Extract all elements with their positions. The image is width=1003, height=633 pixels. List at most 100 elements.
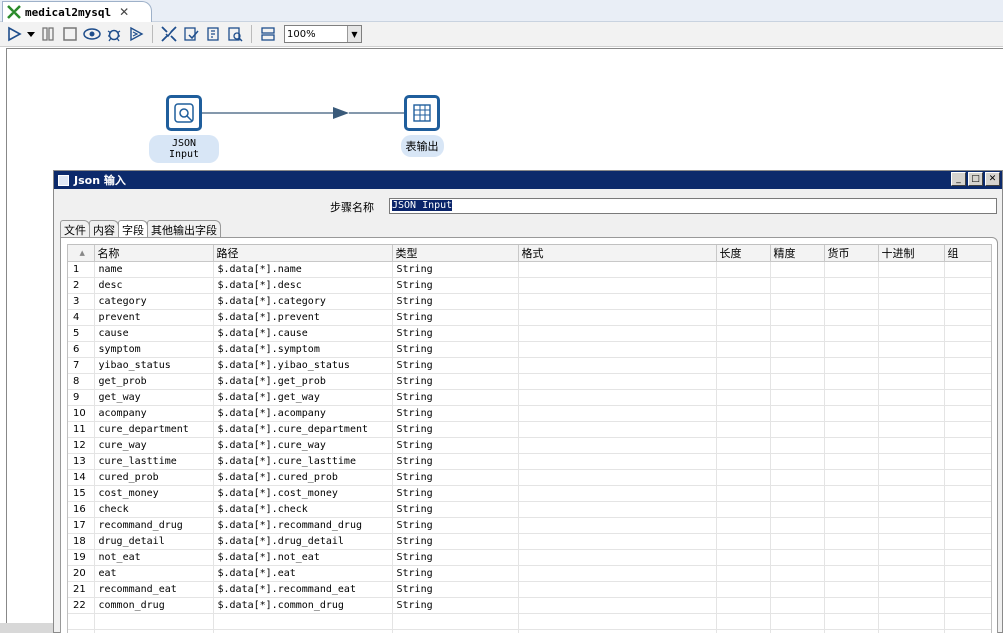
cell-empty[interactable] <box>878 485 945 502</box>
cell-empty[interactable] <box>518 613 717 630</box>
cell-path[interactable]: $.data[*].eat <box>213 565 393 582</box>
cell-empty[interactable] <box>716 277 771 294</box>
cell-empty[interactable] <box>878 517 945 534</box>
column-header[interactable]: 格式 <box>518 245 717 262</box>
step-json-input[interactable]: JSON Input <box>149 95 219 163</box>
tab-additional-output-fields[interactable]: 其他输出字段 <box>147 220 221 238</box>
table-row[interactable]: 13 cure_lasttime $.data[*].cure_lasttime St… <box>68 453 991 470</box>
cell-empty[interactable] <box>878 501 945 518</box>
table-row[interactable]: 20 eat $.data[*].eat String <box>68 565 991 582</box>
cell-empty[interactable] <box>878 261 945 278</box>
cell-empty[interactable] <box>824 629 879 633</box>
cell-empty[interactable] <box>518 597 717 614</box>
cell-name[interactable]: acompany <box>94 405 214 422</box>
column-header[interactable]: 类型 <box>392 245 519 262</box>
cell-type[interactable]: String <box>392 549 519 566</box>
cell-empty[interactable] <box>716 293 771 310</box>
close-icon[interactable]: ✕ <box>985 172 1000 186</box>
cell-empty[interactable] <box>716 629 771 633</box>
cell-empty[interactable] <box>944 533 991 550</box>
cell-type[interactable]: String <box>392 533 519 550</box>
cell-empty[interactable] <box>944 373 991 390</box>
cell-empty[interactable] <box>518 389 717 406</box>
cell-empty[interactable] <box>944 597 991 614</box>
align-icon[interactable] <box>258 24 278 44</box>
cell-empty[interactable] <box>944 421 991 438</box>
cell-empty[interactable] <box>944 629 991 633</box>
cell-empty[interactable] <box>68 613 95 630</box>
cell-empty[interactable] <box>878 293 945 310</box>
table-row[interactable]: 19 not_eat $.data[*].not_eat String <box>68 549 991 566</box>
cell-type[interactable]: String <box>392 357 519 374</box>
cell-empty[interactable] <box>824 517 879 534</box>
run-dropdown-icon[interactable] <box>26 24 36 44</box>
cell-empty[interactable] <box>518 341 717 358</box>
cell-empty[interactable] <box>518 629 717 633</box>
tab-file[interactable]: 文件 <box>60 220 90 238</box>
cell-empty[interactable] <box>518 501 717 518</box>
minimize-icon[interactable]: _ <box>951 172 966 186</box>
cell-empty[interactable] <box>944 341 991 358</box>
cell-empty[interactable] <box>518 261 717 278</box>
cell-empty[interactable] <box>716 485 771 502</box>
debug-icon[interactable] <box>104 24 124 44</box>
cell-empty[interactable] <box>878 597 945 614</box>
cell-empty[interactable] <box>824 469 879 486</box>
cell-empty[interactable] <box>770 405 825 422</box>
table-row[interactable]: 9 get_way $.data[*].get_way String <box>68 389 991 406</box>
column-header[interactable]: 长度 <box>716 245 771 262</box>
cell-empty[interactable] <box>518 405 717 422</box>
maximize-icon[interactable]: □ <box>968 172 983 186</box>
cell-type[interactable]: String <box>392 341 519 358</box>
cell-empty[interactable] <box>944 405 991 422</box>
cell-name[interactable]: check <box>94 501 214 518</box>
cell-name[interactable]: cost_money <box>94 485 214 502</box>
cell-empty[interactable] <box>944 485 991 502</box>
cell-empty[interactable] <box>716 565 771 582</box>
cell-empty[interactable] <box>878 613 945 630</box>
cell-empty[interactable] <box>944 517 991 534</box>
zoom-select[interactable]: 100% ▼ <box>284 25 362 43</box>
cell-empty[interactable] <box>518 373 717 390</box>
table-row[interactable]: 7 yibao_status $.data[*].yibao_status Strin… <box>68 357 991 374</box>
cell-empty[interactable] <box>213 629 393 633</box>
cell-empty[interactable] <box>716 453 771 470</box>
cell-empty[interactable] <box>824 421 879 438</box>
cell-empty[interactable] <box>878 389 945 406</box>
table-row[interactable]: 17 recommand_drug $.data[*].recommand_drug… <box>68 517 991 534</box>
cell-type[interactable]: String <box>392 565 519 582</box>
cell-empty[interactable] <box>68 629 95 633</box>
cell-name[interactable]: cause <box>94 325 214 342</box>
cell-empty[interactable] <box>392 613 519 630</box>
cell-empty[interactable] <box>824 581 879 598</box>
table-row[interactable]: 1 name $.data[*].name String <box>68 261 991 278</box>
cell-name[interactable]: get_prob <box>94 373 214 390</box>
cell-empty[interactable] <box>878 373 945 390</box>
step-table-output[interactable]: 表输出 <box>387 95 457 157</box>
cell-type[interactable]: String <box>392 485 519 502</box>
impact-analysis-icon[interactable] <box>181 24 201 44</box>
cell-empty[interactable] <box>878 277 945 294</box>
cell-empty[interactable] <box>518 565 717 582</box>
cell-type[interactable]: String <box>392 277 519 294</box>
cell-name[interactable]: name <box>94 261 214 278</box>
cell-type[interactable]: String <box>392 581 519 598</box>
table-row[interactable]: 16 check $.data[*].check String <box>68 501 991 518</box>
cell-type[interactable]: String <box>392 469 519 486</box>
cell-empty[interactable] <box>518 533 717 550</box>
cell-empty[interactable] <box>716 357 771 374</box>
cell-empty[interactable] <box>770 549 825 566</box>
cell-empty[interactable] <box>824 261 879 278</box>
cell-name[interactable]: drug_detail <box>94 533 214 550</box>
cell-name[interactable]: symptom <box>94 341 214 358</box>
cell-type[interactable]: String <box>392 405 519 422</box>
cell-empty[interactable] <box>716 389 771 406</box>
cell-path[interactable]: $.data[*].cured_prob <box>213 469 393 486</box>
step-name-input[interactable]: JSON Input <box>389 198 997 214</box>
cell-empty[interactable] <box>716 373 771 390</box>
cell-empty[interactable] <box>518 421 717 438</box>
table-row[interactable]: 5 cause $.data[*].cause String <box>68 325 991 342</box>
cell-empty[interactable] <box>518 357 717 374</box>
cell-empty[interactable] <box>878 453 945 470</box>
preview-eye-icon[interactable] <box>82 24 102 44</box>
